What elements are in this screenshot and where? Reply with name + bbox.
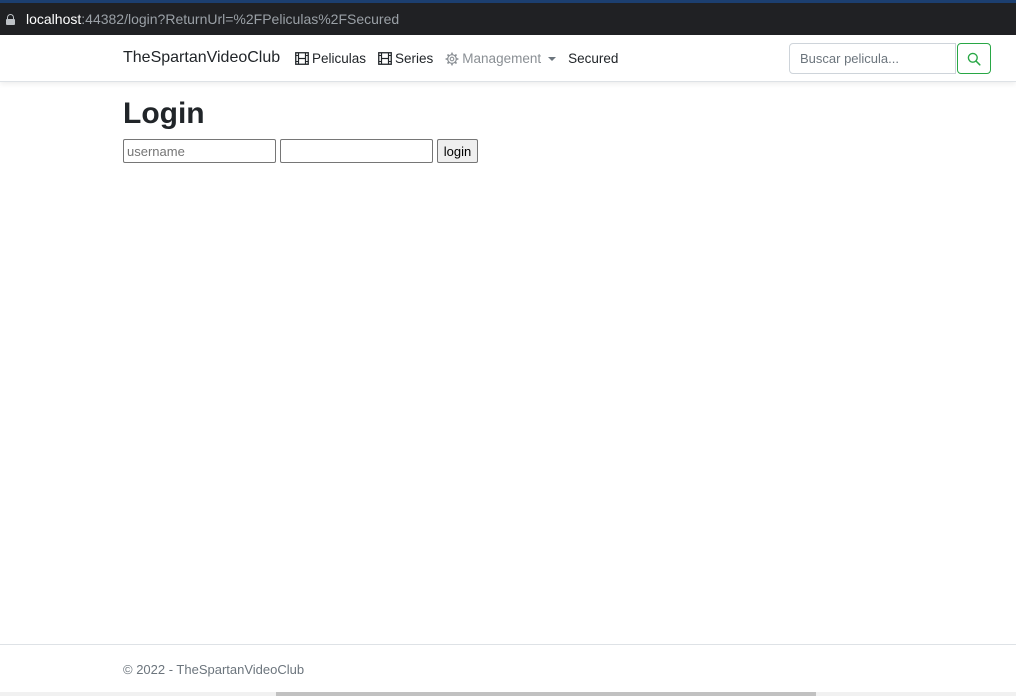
search-button[interactable] bbox=[957, 43, 991, 74]
nav-item-secured[interactable]: Secured bbox=[568, 51, 618, 66]
url-text[interactable]: localhost:44382/login?ReturnUrl=%2FPelic… bbox=[26, 11, 399, 27]
horizontal-scrollbar[interactable] bbox=[0, 692, 1016, 696]
login-button[interactable]: login bbox=[437, 139, 478, 163]
scrollbar-thumb[interactable] bbox=[276, 692, 816, 696]
login-form: login bbox=[123, 139, 478, 163]
username-field[interactable] bbox=[123, 139, 276, 163]
url-path: :44382/login?ReturnUrl=%2FPeliculas%2FSe… bbox=[81, 11, 400, 27]
footer-copyright: © 2022 - TheSpartanVideoClub bbox=[123, 662, 305, 677]
film-icon bbox=[295, 52, 309, 65]
password-field[interactable] bbox=[280, 139, 433, 163]
search-icon bbox=[967, 52, 981, 66]
navbar: TheSpartanVideoClub Peliculas Series Man… bbox=[0, 35, 1016, 82]
gear-icon bbox=[445, 52, 459, 65]
footer: © 2022 - TheSpartanVideoClub bbox=[0, 644, 1016, 692]
navbar-brand[interactable]: TheSpartanVideoClub bbox=[123, 49, 280, 67]
browser-address-bar[interactable]: localhost:44382/login?ReturnUrl=%2FPelic… bbox=[0, 0, 1016, 35]
nav-menu: Peliculas Series Management Secured bbox=[295, 51, 630, 66]
nav-item-label: Series bbox=[395, 51, 434, 66]
nav-item-label: Management bbox=[462, 51, 542, 66]
nav-item-label: Peliculas bbox=[312, 51, 367, 66]
nav-item-label: Secured bbox=[568, 51, 619, 66]
nav-item-management-dropdown[interactable]: Management bbox=[445, 51, 557, 66]
nav-item-peliculas[interactable]: Peliculas bbox=[295, 51, 366, 66]
film-icon bbox=[378, 52, 392, 65]
search-input[interactable] bbox=[789, 43, 956, 74]
lock-icon[interactable] bbox=[6, 13, 15, 25]
url-host: localhost bbox=[26, 11, 82, 27]
nav-item-series[interactable]: Series bbox=[378, 51, 433, 66]
page-title: Login bbox=[123, 97, 205, 130]
chevron-down-icon bbox=[548, 56, 557, 61]
